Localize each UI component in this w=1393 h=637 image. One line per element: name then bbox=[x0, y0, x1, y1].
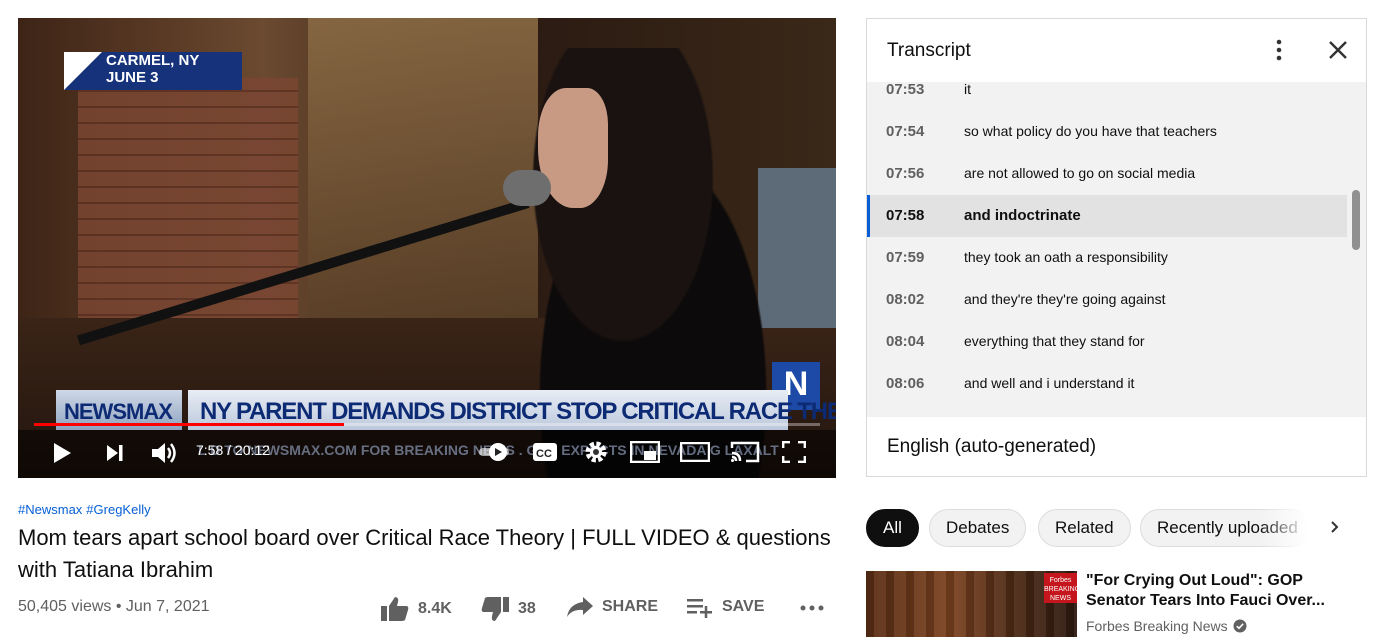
chip-related[interactable]: Related bbox=[1038, 509, 1131, 547]
transcript-footer: English (auto-generated) bbox=[867, 417, 1366, 476]
video-player[interactable]: CARMEL, NY JUNE 3 N NEWSMAX NY PARENT DE… bbox=[18, 18, 836, 478]
more-vert-icon bbox=[1276, 39, 1282, 61]
transcript-timestamp: 08:06 bbox=[886, 375, 925, 392]
related-channel-name: Forbes Breaking News bbox=[1086, 618, 1228, 634]
chip-fade bbox=[1260, 509, 1320, 547]
captions-icon: CC bbox=[533, 443, 557, 461]
next-button[interactable] bbox=[106, 444, 124, 462]
transcript-timestamp: 07:54 bbox=[886, 123, 925, 140]
related-video-channel[interactable]: Forbes Breaking News bbox=[1086, 618, 1247, 634]
volume-icon bbox=[152, 443, 176, 463]
location-tag-triangle bbox=[64, 52, 102, 90]
transcript-timestamp: 07:59 bbox=[886, 249, 925, 266]
transcript-row[interactable]: 08:04 everything that they stand for bbox=[867, 321, 1347, 363]
transcript-text: it bbox=[964, 82, 971, 97]
play-icon bbox=[54, 443, 71, 463]
location-line-1: CARMEL, NY bbox=[106, 52, 200, 69]
next-icon bbox=[107, 445, 123, 461]
cast-icon bbox=[730, 441, 760, 463]
related-video-title[interactable]: "For Crying Out Loud": GOP Senator Tears… bbox=[1086, 571, 1366, 611]
transcript-text: are not allowed to go on social media bbox=[964, 165, 1196, 181]
transcript-timestamp: 07:56 bbox=[886, 165, 925, 182]
mute-button[interactable] bbox=[150, 440, 178, 466]
theater-icon bbox=[680, 442, 710, 462]
transcript-text: everything that they stand for bbox=[964, 333, 1145, 349]
more-icon bbox=[800, 605, 824, 611]
verified-icon bbox=[1233, 619, 1247, 633]
like-icon bbox=[381, 597, 409, 621]
like-button[interactable]: 8.4K bbox=[380, 596, 452, 622]
transcript-text: they took an oath a responsibility bbox=[964, 249, 1168, 265]
dislike-button[interactable]: 38 bbox=[480, 596, 536, 622]
theater-button[interactable] bbox=[680, 442, 710, 462]
video-title: Mom tears apart school board over Critic… bbox=[18, 525, 831, 582]
transcript-header: Transcript bbox=[867, 19, 1366, 82]
transcript-text: and well and i understand it bbox=[964, 375, 1135, 391]
save-icon bbox=[687, 599, 712, 618]
transcript-timestamp: 07:58 bbox=[886, 207, 925, 224]
transcript-timestamp: 08:02 bbox=[886, 291, 925, 308]
autoplay-toggle[interactable] bbox=[478, 442, 514, 462]
transcript-row[interactable]: 08:02 and they're they're going against bbox=[867, 279, 1347, 321]
transcript-language-selector[interactable]: English (auto-generated) bbox=[887, 436, 1096, 458]
transcript-panel: Transcript 07:53 it 07:54 so what policy… bbox=[866, 18, 1367, 477]
save-button[interactable]: SAVE bbox=[686, 596, 764, 618]
hashtags: #Newsmax #GregKelly bbox=[18, 502, 155, 517]
transcript-row[interactable]: 07:56 are not allowed to go on social me… bbox=[867, 153, 1347, 195]
transcript-row[interactable]: 07:53 it bbox=[867, 82, 1347, 111]
cast-button[interactable] bbox=[730, 441, 760, 463]
share-icon bbox=[567, 597, 593, 617]
fullscreen-button[interactable] bbox=[782, 441, 806, 463]
transcript-title: Transcript bbox=[887, 40, 971, 61]
transcript-timestamp: 07:53 bbox=[886, 82, 925, 98]
transcript-text: and they're they're going against bbox=[964, 291, 1166, 307]
chevron-right-icon bbox=[1331, 521, 1339, 533]
transcript-row-active[interactable]: 07:58 and indoctrinate bbox=[867, 195, 1347, 237]
transcript-row[interactable]: 07:59 they took an oath a responsibility bbox=[867, 237, 1347, 279]
transcript-scrollbar[interactable] bbox=[1352, 190, 1360, 250]
time-display: 7:58 / 20:12 bbox=[196, 442, 270, 458]
more-actions-button[interactable] bbox=[800, 604, 824, 612]
forbes-logo: Forbes BREAKING NEWS bbox=[1044, 573, 1080, 603]
miniplayer-button[interactable] bbox=[630, 441, 660, 463]
transcript-row[interactable]: 07:54 so what policy do you have that te… bbox=[867, 111, 1347, 153]
location-tag-text: CARMEL, NY JUNE 3 bbox=[106, 52, 199, 86]
progress-bar-played bbox=[34, 423, 344, 426]
svg-text:CC: CC bbox=[536, 448, 552, 460]
chips-next-button[interactable] bbox=[1330, 520, 1340, 539]
like-count: 8.4K bbox=[418, 600, 452, 617]
transcript-row[interactable]: 08:06 and well and i understand it bbox=[867, 363, 1347, 405]
transcript-list[interactable]: 07:53 it 07:54 so what policy do you hav… bbox=[867, 82, 1366, 417]
share-label: SHARE bbox=[602, 598, 659, 615]
transcript-text: so what policy do you have that teachers bbox=[964, 123, 1217, 139]
close-icon bbox=[1329, 41, 1347, 59]
transcript-timestamp: 08:04 bbox=[886, 333, 925, 350]
autoplay-toggle-icon bbox=[479, 443, 509, 461]
hashtag-link[interactable]: #GregKelly bbox=[86, 502, 150, 517]
view-count-date: 50,405 views • Jun 7, 2021 bbox=[18, 598, 210, 615]
chyron-logo: NEWSMAX bbox=[64, 399, 173, 424]
settings-icon bbox=[585, 441, 607, 463]
location-line-2: JUNE 3 bbox=[106, 69, 159, 86]
chyron-headline: NY PARENT DEMANDS DISTRICT STOP CRITICAL… bbox=[200, 398, 836, 425]
chip-debates[interactable]: Debates bbox=[929, 509, 1027, 547]
video-frame-mic bbox=[503, 170, 551, 206]
chip-all[interactable]: All bbox=[866, 509, 919, 547]
share-button[interactable]: SHARE bbox=[566, 596, 658, 618]
fullscreen-icon bbox=[782, 441, 806, 463]
captions-button[interactable]: CC bbox=[532, 442, 558, 462]
dislike-icon bbox=[481, 597, 509, 621]
hashtag-link[interactable]: #Newsmax bbox=[18, 502, 82, 517]
save-label: SAVE bbox=[722, 598, 765, 615]
play-button[interactable] bbox=[52, 442, 72, 464]
transcript-text: and indoctrinate bbox=[964, 207, 1081, 224]
transcript-more-button[interactable] bbox=[1269, 38, 1289, 67]
transcript-close-button[interactable] bbox=[1327, 39, 1349, 66]
settings-button[interactable] bbox=[584, 440, 608, 464]
dislike-count: 38 bbox=[518, 600, 536, 617]
miniplayer-icon bbox=[630, 441, 660, 463]
